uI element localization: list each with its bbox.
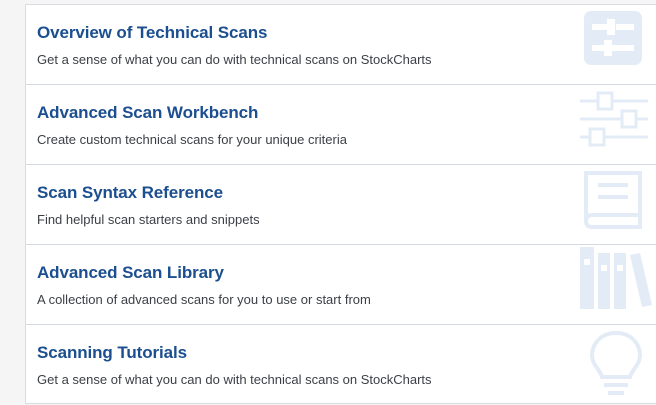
overview-technical-scans-card[interactable]: Overview of Technical Scans Get a sense … xyxy=(26,5,656,85)
card-description: Get a sense of what you can do with tech… xyxy=(37,372,432,387)
card-title[interactable]: Advanced Scan Library xyxy=(37,263,656,283)
card-description: A collection of advanced scans for you t… xyxy=(37,292,371,307)
card-title[interactable]: Advanced Scan Workbench xyxy=(37,103,656,123)
scanning-tutorials-card[interactable]: Scanning Tutorials Get a sense of what y… xyxy=(26,325,656,405)
library-icon xyxy=(576,245,656,324)
book-icon xyxy=(576,165,656,244)
card-title[interactable]: Scan Syntax Reference xyxy=(37,183,656,203)
advanced-scan-library-card[interactable]: Advanced Scan Library A collection of ad… xyxy=(26,245,656,325)
scan-resources-list: Overview of Technical Scans Get a sense … xyxy=(25,4,656,404)
card-description: Get a sense of what you can do with tech… xyxy=(37,52,432,67)
sliders-icon xyxy=(576,85,656,164)
settings-panel-icon xyxy=(576,5,656,84)
card-title[interactable]: Overview of Technical Scans xyxy=(37,23,656,43)
scan-syntax-reference-card[interactable]: Scan Syntax Reference Find helpful scan … xyxy=(26,165,656,245)
advanced-scan-workbench-card[interactable]: Advanced Scan Workbench Create custom te… xyxy=(26,85,656,165)
lightbulb-icon xyxy=(576,325,656,405)
card-description: Create custom technical scans for your u… xyxy=(37,132,347,147)
card-title[interactable]: Scanning Tutorials xyxy=(37,343,656,363)
card-description: Find helpful scan starters and snippets xyxy=(37,212,260,227)
